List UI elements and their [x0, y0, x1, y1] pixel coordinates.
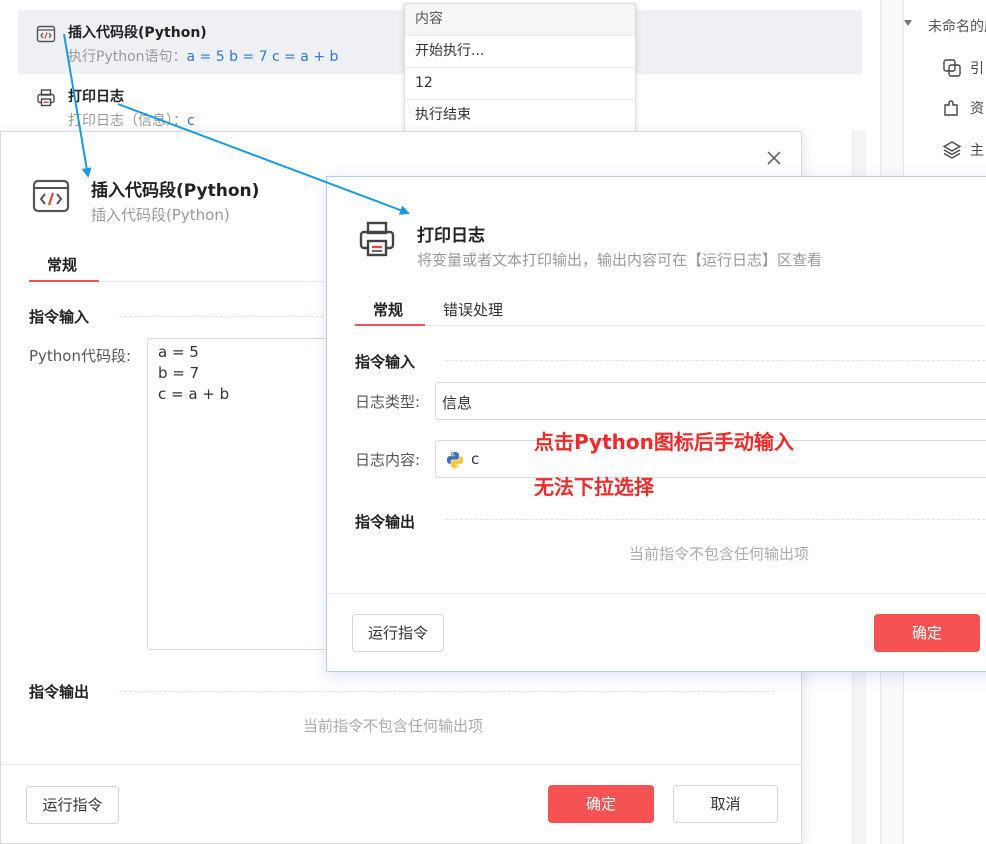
arrow-to-python-dialog [63, 33, 92, 178]
annotation-arrows [63, 33, 410, 215]
arrow-to-log-dialog [117, 103, 410, 215]
